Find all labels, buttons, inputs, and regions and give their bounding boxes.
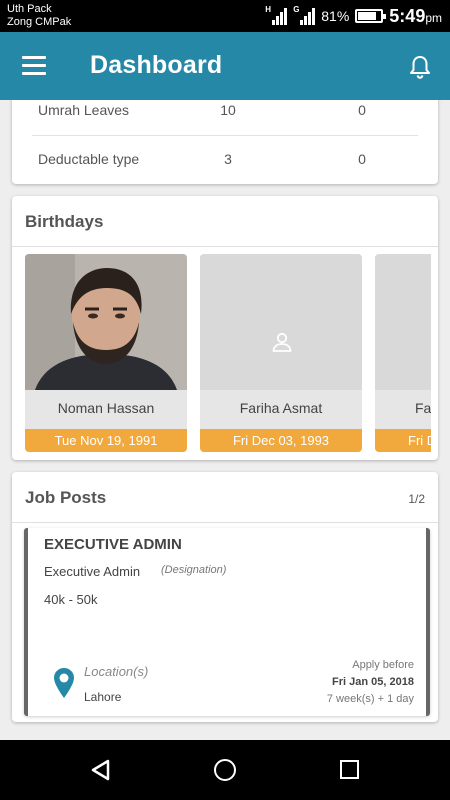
job-posts-card: Job Posts 1/2 EXECUTIVE ADMIN Executive … [12, 472, 438, 722]
birthday-name: Fa [415, 400, 431, 416]
battery-percent: 81% [321, 8, 350, 24]
job-post-item[interactable]: EXECUTIVE ADMIN Executive Admin (Designa… [24, 528, 430, 716]
birthday-date: Tue Nov 19, 1991 [25, 429, 187, 452]
divider [12, 246, 438, 247]
signal-strength-icon: H [265, 5, 288, 25]
apply-before-date: Fri Jan 05, 2018 [332, 676, 414, 688]
leave-value: 0 [358, 151, 366, 167]
birthdays-carousel[interactable]: Noman Hassan Tue Nov 19, 1991 Fariha Asm… [25, 254, 431, 454]
page-title: Dashboard [90, 51, 223, 79]
clock: 5:49pm [389, 5, 442, 26]
birthday-item[interactable]: Noman Hassan Tue Nov 19, 1991 [25, 254, 187, 452]
leaves-card: Umrah Leaves 10 0 Deductable type 3 0 [12, 100, 438, 184]
birthday-name: Fariha Asmat [239, 400, 323, 416]
person-photo [25, 254, 187, 390]
dashboard-content[interactable]: Umrah Leaves 10 0 Deductable type 3 0 Bi… [0, 100, 450, 740]
leave-value: 0 [358, 102, 366, 118]
birthday-name: Noman Hassan [57, 400, 155, 416]
location-label: Location(s) [84, 664, 149, 679]
back-icon[interactable] [90, 759, 112, 781]
location-value: Lahore [84, 690, 122, 704]
job-posts-pager: 1/2 [408, 492, 425, 506]
birthdays-title: Birthdays [25, 212, 104, 231]
status-bar: Uth Pack Zong CMPak H G 81% 5:49pm [0, 0, 450, 32]
birthdays-card: Birthdays Noman Hassan Tue Nov 19, 1991 … [12, 196, 438, 460]
location-pin-icon [54, 668, 74, 698]
birthday-item[interactable]: Fa Fri D [375, 254, 431, 452]
apply-before-relative: 7 week(s) + 1 day [326, 693, 414, 705]
navigation-bar [0, 740, 450, 800]
leave-type: Deductable type [38, 151, 140, 167]
job-designation-label: (Designation) [161, 564, 227, 576]
home-icon[interactable] [214, 759, 236, 781]
bell-icon[interactable] [408, 54, 432, 80]
birthday-date: Fri D [375, 429, 431, 452]
recent-apps-icon[interactable] [340, 760, 359, 779]
carrier-info: Uth Pack Zong CMPak [7, 3, 71, 29]
avatar [375, 254, 431, 390]
battery-icon [355, 9, 387, 23]
apply-before-label: Apply before [352, 659, 414, 671]
hamburger-menu-icon[interactable] [22, 56, 48, 76]
leave-row: Deductable type 3 0 [32, 135, 418, 184]
signal-strength-icon: G [293, 5, 316, 25]
job-salary: 40k - 50k [44, 592, 98, 607]
user-icon [272, 332, 292, 352]
divider [12, 522, 438, 523]
app-bar: Dashboard [0, 32, 450, 100]
job-posts-title: Job Posts [25, 488, 107, 507]
carrier-line-2: Zong CMPak [7, 16, 72, 28]
job-title: EXECUTIVE ADMIN [44, 536, 182, 553]
avatar [25, 254, 187, 390]
leave-type: Umrah Leaves [38, 102, 130, 118]
leave-row: Umrah Leaves 10 0 [32, 100, 418, 136]
job-designation: Executive Admin [44, 564, 141, 579]
birthday-date: Fri Dec 03, 1993 [200, 429, 362, 452]
avatar [200, 254, 362, 390]
leave-value: 10 [220, 102, 236, 118]
carrier-line-1: Uth Pack [7, 3, 52, 15]
birthday-item[interactable]: Fariha Asmat Fri Dec 03, 1993 [200, 254, 362, 452]
leave-value: 3 [224, 151, 232, 167]
